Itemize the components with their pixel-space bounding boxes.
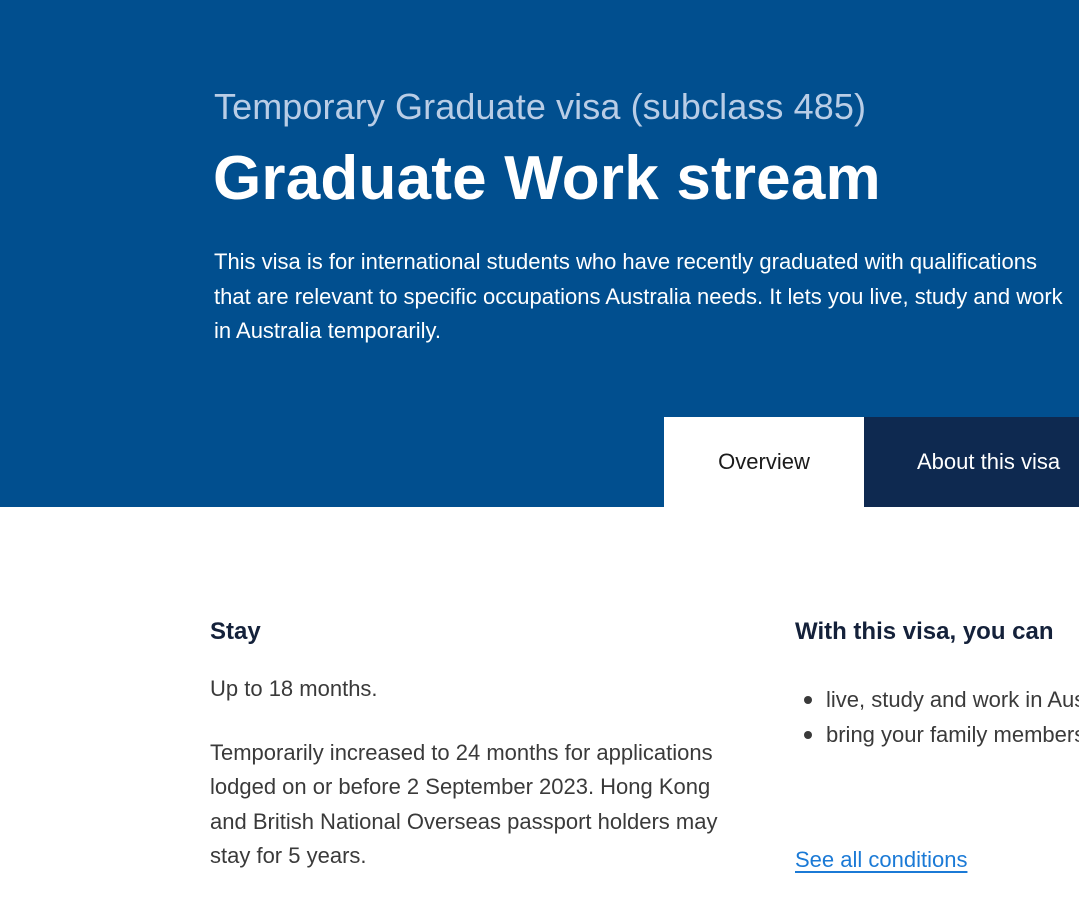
condition-text: live, study and work in Australia bbox=[826, 687, 1079, 712]
conditions-list: live, study and work in Australia bring … bbox=[800, 682, 1079, 752]
hero-banner: Temporary Graduate visa (subclass 485) G… bbox=[0, 0, 1079, 507]
tab-overview[interactable]: Overview bbox=[664, 417, 864, 507]
list-item: live, study and work in Australia bbox=[800, 682, 1079, 717]
conditions-heading: With this visa, you can bbox=[795, 618, 1054, 645]
condition-text: bring your family members bbox=[826, 722, 1079, 747]
bullet-icon bbox=[804, 731, 812, 739]
stay-duration: Up to 18 months. bbox=[210, 676, 378, 701]
visa-subclass-title: Temporary Graduate visa (subclass 485) bbox=[214, 86, 867, 127]
see-all-conditions-link[interactable]: See all conditions bbox=[795, 847, 967, 873]
tab-about-this-visa[interactable]: About this visa bbox=[864, 417, 1079, 507]
list-item: bring your family members bbox=[800, 717, 1079, 752]
visa-description: This visa is for international students … bbox=[214, 249, 1063, 343]
page-title: Graduate Work stream bbox=[213, 144, 881, 213]
stay-heading: Stay bbox=[210, 618, 261, 645]
bullet-icon bbox=[804, 696, 812, 704]
stay-note: Temporarily increased to 24 months for a… bbox=[210, 740, 718, 868]
